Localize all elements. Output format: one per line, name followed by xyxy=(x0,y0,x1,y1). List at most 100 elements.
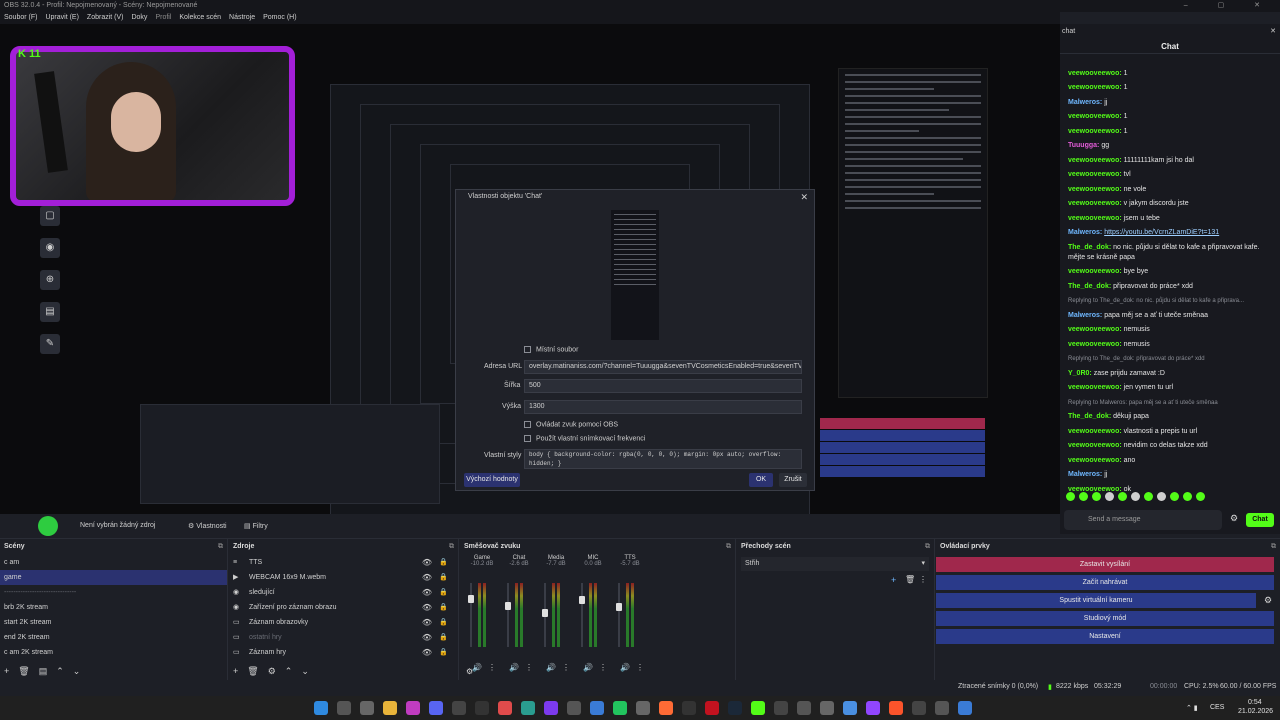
lock-icon[interactable]: 🔒 xyxy=(439,585,448,600)
chat-username[interactable]: Tuuugga: xyxy=(1068,142,1099,149)
up-icon[interactable]: ⌃ xyxy=(285,666,293,677)
defaults-button[interactable]: Výchozí hodnoty xyxy=(464,473,520,487)
local-file-checkbox[interactable]: Místní soubor xyxy=(524,346,578,353)
app-icon[interactable] xyxy=(567,701,581,715)
chat-username[interactable]: veewooveewoo: xyxy=(1068,326,1122,333)
width-field[interactable]: 500 xyxy=(524,379,802,393)
ok-button[interactable]: OK xyxy=(749,473,773,487)
visibility-icon[interactable]: 👁 xyxy=(422,585,432,600)
volume-fader[interactable] xyxy=(507,583,509,647)
app-icon[interactable] xyxy=(406,701,420,715)
chat-username[interactable]: Malweros: xyxy=(1068,99,1102,106)
chat-username[interactable]: veewooveewoo: xyxy=(1068,113,1122,120)
scene-separator[interactable]: ------------------------------- xyxy=(0,585,227,600)
more-icon[interactable]: ⋮ xyxy=(488,663,496,672)
visibility-icon[interactable]: 👁 xyxy=(422,615,432,630)
chat-link[interactable]: https://youtu.be/VcrnZLamDiE?t=131 xyxy=(1104,229,1219,236)
cancel-button[interactable]: Zrušit xyxy=(779,473,807,487)
start-icon[interactable] xyxy=(314,701,328,715)
more-icon[interactable]: ⋮ xyxy=(525,663,533,672)
close-icon[interactable]: ✕ xyxy=(800,190,808,204)
checkbox-icon[interactable] xyxy=(524,435,531,442)
dock-menu-icon[interactable]: ⧉ xyxy=(726,539,731,555)
down-icon[interactable]: ⌄ xyxy=(73,666,81,677)
scene-item[interactable]: c am xyxy=(0,555,227,570)
emote-icon[interactable] xyxy=(1092,492,1101,501)
app-icon[interactable] xyxy=(452,701,466,715)
app-icon[interactable] xyxy=(774,701,788,715)
discord-icon[interactable] xyxy=(429,701,443,715)
speaker-icon[interactable]: 🔊 xyxy=(472,663,482,672)
tray-icons[interactable]: ⌃ ▮ xyxy=(1186,704,1198,712)
chat-username[interactable]: Malweros: xyxy=(1068,312,1102,319)
source-item[interactable]: ▶ WEBCAM 16x9 M.webm 👁 🔒 xyxy=(229,570,458,585)
scene-item[interactable]: start 2K stream xyxy=(0,615,227,630)
chat-username[interactable]: veewooveewoo: xyxy=(1068,341,1122,348)
menu-tools[interactable]: Nástroje xyxy=(229,12,255,24)
css-field[interactable]: body { background-color: rgba(0, 0, 0, 0… xyxy=(524,449,802,469)
lock-icon[interactable]: 🔒 xyxy=(439,615,448,630)
chat-username[interactable]: The_de_dok: xyxy=(1068,283,1111,290)
lock-icon[interactable]: 🔒 xyxy=(439,645,448,660)
more-icon[interactable]: ⋮ xyxy=(562,663,570,672)
filter-icon[interactable]: ▤ xyxy=(39,666,48,677)
control-audio-checkbox[interactable]: Ovládat zvuk pomocí OBS xyxy=(524,421,618,428)
chat-username[interactable]: veewooveewoo: xyxy=(1068,70,1122,77)
chat-username[interactable]: The_de_dok: xyxy=(1068,413,1111,420)
add-icon[interactable]: + xyxy=(891,575,896,585)
lock-icon[interactable]: 🔒 xyxy=(439,630,448,645)
folder-icon[interactable] xyxy=(383,701,397,715)
studio-mode-button[interactable]: Studiový mód xyxy=(936,611,1274,626)
app-icon[interactable] xyxy=(912,701,926,715)
chat-username[interactable]: Malweros: xyxy=(1068,229,1102,236)
chat-username[interactable]: veewooveewoo: xyxy=(1068,428,1122,435)
emote-icon[interactable] xyxy=(1079,492,1088,501)
chat-username[interactable]: The_de_dok: xyxy=(1068,244,1111,251)
app-icon[interactable] xyxy=(705,701,719,715)
visibility-icon[interactable]: 👁 xyxy=(422,555,432,570)
fader-knob[interactable] xyxy=(505,602,511,610)
app-icon[interactable] xyxy=(958,701,972,715)
fader-knob[interactable] xyxy=(542,609,548,617)
filters-button[interactable]: ▤ Filtry xyxy=(244,522,268,530)
app-icon[interactable] xyxy=(521,701,535,715)
menu-edit[interactable]: Upravit (E) xyxy=(45,12,78,24)
menu-help[interactable]: Pomoc (H) xyxy=(263,12,296,24)
source-item[interactable]: ▭ Záznam obrazovky 👁 🔒 xyxy=(229,615,458,630)
visibility-icon[interactable]: 👁 xyxy=(422,630,432,645)
emote-icon[interactable] xyxy=(1118,492,1127,501)
menu-view[interactable]: Zobrazit (V) xyxy=(87,12,124,24)
emote-icon[interactable] xyxy=(1196,492,1205,501)
up-icon[interactable]: ⌃ xyxy=(56,666,64,677)
kick-icon[interactable] xyxy=(751,701,765,715)
app-icon[interactable] xyxy=(613,701,627,715)
add-icon[interactable]: + xyxy=(4,666,9,677)
speaker-icon[interactable]: 🔊 xyxy=(509,663,519,672)
custom-fps-checkbox[interactable]: Použít vlastní snímkovací frekvenci xyxy=(524,435,645,442)
delete-icon[interactable]: 🗑 xyxy=(247,666,258,677)
steam-icon[interactable] xyxy=(728,701,742,715)
source-item[interactable]: ▭ Záznam hry 👁 🔒 xyxy=(229,645,458,660)
search-icon[interactable] xyxy=(337,701,351,715)
volume-fader[interactable] xyxy=(581,583,583,647)
dock-menu-icon[interactable]: ⧉ xyxy=(449,539,454,555)
virtual-camera-button[interactable]: Spustit virtuální kameru xyxy=(936,593,1256,608)
close-icon[interactable]: ✕ xyxy=(1270,24,1276,40)
chat-username[interactable]: veewooveewoo: xyxy=(1068,171,1122,178)
emote-icon[interactable] xyxy=(1157,492,1166,501)
chat-username[interactable]: veewooveewoo: xyxy=(1068,200,1122,207)
chat-username[interactable]: Malweros: xyxy=(1068,471,1102,478)
stop-stream-button[interactable]: Zastavit vysílání xyxy=(936,557,1274,572)
checkbox-icon[interactable] xyxy=(524,421,531,428)
app-icon[interactable] xyxy=(797,701,811,715)
more-icon[interactable]: ⋮ xyxy=(919,575,927,584)
gear-icon[interactable]: ⚙ xyxy=(268,666,276,677)
chat-username[interactable]: veewooveewoo: xyxy=(1068,157,1122,164)
menu-scene-collection[interactable]: Kolekce scén xyxy=(179,12,221,24)
source-item[interactable]: ◉ sledující 👁 🔒 xyxy=(229,585,458,600)
chat-send-button[interactable]: Chat xyxy=(1246,513,1274,527)
fader-knob[interactable] xyxy=(616,603,622,611)
mixer-settings-icon[interactable]: ⚙ xyxy=(466,667,473,676)
start-recording-button[interactable]: Začít nahrávat xyxy=(936,575,1274,590)
source-item[interactable]: ◉ Zařízení pro záznam obrazu 👁 🔒 xyxy=(229,600,458,615)
